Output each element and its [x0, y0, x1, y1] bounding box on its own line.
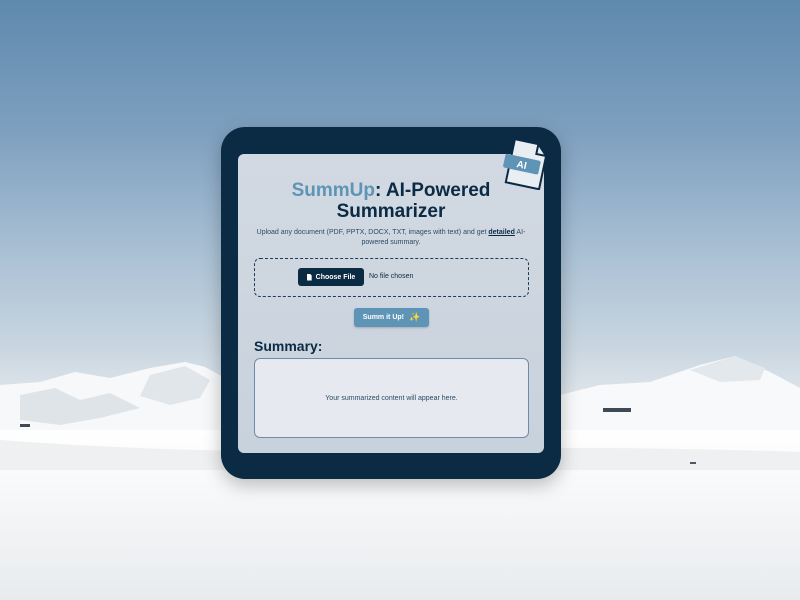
summary-output-box: Your summarized content will appear here… [254, 358, 529, 438]
choose-file-button[interactable]: Choose File [298, 268, 364, 286]
page-title: SummUp: AI-Powered Summarizer [238, 180, 544, 222]
summarize-button-label: Summ it Up! [362, 314, 404, 321]
brand-name: SummUp [291, 180, 375, 201]
summary-placeholder: Your summarized content will appear here… [325, 394, 458, 402]
subtitle-highlight: detailed [488, 229, 515, 236]
magic-wand-icon: ✨ [409, 312, 421, 322]
file-status-text: No file chosen [369, 273, 414, 280]
file-icon [306, 273, 312, 281]
summarize-button[interactable]: Summ it Up! ✨ [354, 308, 429, 327]
summary-heading: Summary: [254, 338, 323, 354]
subtitle-text-start: Upload any document (PDF, PPTX, DOCX, TX… [256, 229, 489, 236]
page-subtitle: Upload any document (PDF, PPTX, DOCX, TX… [252, 228, 530, 248]
choose-file-label: Choose File [315, 273, 356, 281]
